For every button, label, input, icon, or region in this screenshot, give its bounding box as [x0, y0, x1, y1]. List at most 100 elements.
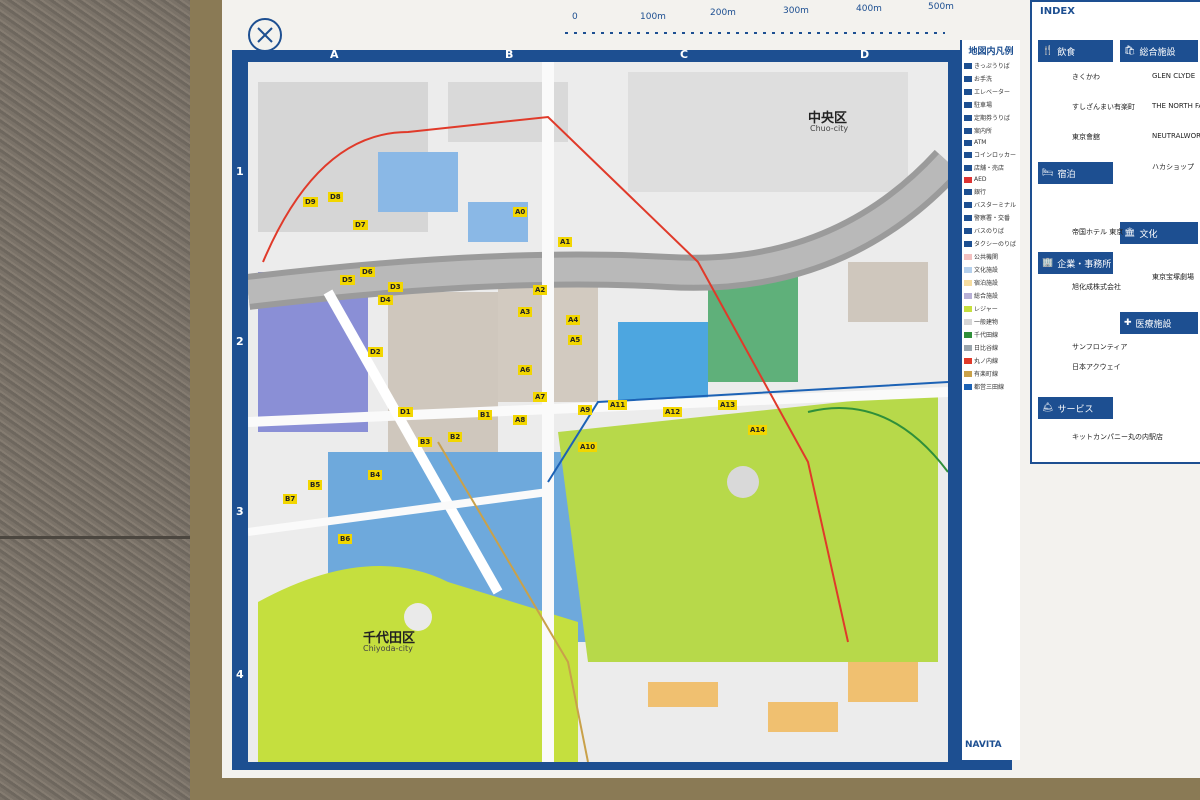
taxi-icon: [964, 240, 972, 247]
brand-logo: NAVITA: [965, 740, 1002, 750]
station-exit: D3: [388, 282, 403, 292]
station-exit: D8: [328, 192, 343, 202]
station-exit: A10: [578, 442, 598, 452]
legend-item: きっぷうりば: [964, 61, 1018, 70]
map-legend: 地図内凡例 きっぷうりば お手洗 エレベーター 駐車場 定期券うりば 案内所 A…: [960, 40, 1020, 760]
index-entry: 東京會舘: [1072, 133, 1100, 141]
station-exit: A3: [518, 307, 533, 317]
index-entry: 日本アクウェイ: [1072, 363, 1121, 371]
scale-label: 200m: [710, 8, 736, 18]
legend-item: 案内所: [964, 126, 1018, 135]
index-category: ✚ 医療施設: [1120, 312, 1198, 334]
culture-icon: 🏛: [1124, 228, 1136, 238]
legend-item: 千代田線: [964, 330, 1018, 339]
station-exit: B4: [368, 470, 383, 480]
ticket-icon: [964, 62, 972, 69]
station-exit: A2: [533, 285, 548, 295]
grid-row-label: 2: [236, 335, 244, 348]
station-exit: A6: [518, 365, 533, 375]
station-exit: A14: [748, 425, 768, 435]
station-exit: A9: [578, 405, 593, 415]
station-exit: D2: [368, 347, 383, 357]
grid-column-label: B: [505, 48, 514, 61]
aed-icon: [964, 176, 972, 183]
legend-item: ATM: [964, 139, 1018, 146]
station-exit: D6: [360, 267, 375, 277]
bus-stop-icon: [964, 227, 972, 234]
legend-item: 一般建物: [964, 317, 1018, 326]
pass-ticket-icon: [964, 114, 972, 121]
legend-item: 定期券うりば: [964, 113, 1018, 122]
police-icon: [964, 214, 972, 221]
service-icon: 🛎: [1042, 403, 1054, 413]
station-exit: D9: [303, 197, 318, 207]
bus-terminal-icon: [964, 201, 972, 208]
index-entry: 東京宝塚劇場: [1152, 273, 1194, 281]
toilet-icon: [964, 75, 972, 82]
station-exit: B3: [418, 437, 433, 447]
grid-column-label: D: [860, 48, 870, 61]
station-exit: A13: [718, 400, 738, 410]
legend-item: 宿泊施設: [964, 278, 1018, 287]
grid-row-label: 1: [236, 165, 244, 178]
index-title: INDEX: [1040, 6, 1075, 17]
grid-row-label: 3: [236, 505, 244, 518]
legend-item: タクシーのりば: [964, 239, 1018, 248]
stone-wall: [0, 0, 215, 800]
district-label-en: Chiyoda-city: [363, 644, 413, 653]
building-swatch: [964, 318, 972, 325]
station-exit: A11: [608, 400, 628, 410]
index-category: 🛍 総合施設: [1120, 40, 1198, 62]
index-category: 🛏 宿泊: [1038, 162, 1113, 184]
legend-item: 文化施設: [964, 265, 1018, 274]
parking-icon: [964, 101, 972, 108]
station-exit: A1: [558, 237, 573, 247]
public-facility-swatch: [964, 253, 972, 260]
index-entry: 旭化成株式会社: [1072, 283, 1121, 291]
scale-label: 0: [572, 12, 578, 22]
scale-bar: [565, 22, 965, 34]
station-exit: D7: [353, 220, 368, 230]
dining-icon: 🍴: [1042, 46, 1054, 56]
shopping-icon: 🛍: [1124, 46, 1136, 56]
station-exit: B7: [283, 494, 298, 504]
legend-item: バスのりば: [964, 226, 1018, 235]
mita-line-swatch: [964, 383, 972, 390]
index-category: 🍴 飲食: [1038, 40, 1113, 62]
bed-icon: 🛏: [1042, 168, 1054, 178]
station-exit: A7: [533, 392, 548, 402]
marunouchi-line-swatch: [964, 357, 972, 364]
atm-icon: [964, 139, 972, 146]
scale-label: 500m: [928, 2, 954, 12]
office-icon: 🏢: [1042, 258, 1054, 268]
area-map[interactable]: D9 D8 D7 D6 D5 D4 D3 A0 A1 A2 A3 A4 A5 A…: [248, 62, 948, 762]
station-exit: A5: [568, 335, 583, 345]
medical-icon: ✚: [1124, 318, 1132, 328]
information-icon: [964, 127, 972, 134]
station-exit: B6: [338, 534, 353, 544]
legend-item: 駐車場: [964, 100, 1018, 109]
legend-item: レジャー: [964, 304, 1018, 313]
station-exit: D5: [340, 275, 355, 285]
legend-item: コインロッカー: [964, 150, 1018, 159]
index-entry: きくかわ: [1072, 73, 1100, 81]
locker-icon: [964, 151, 972, 158]
scale-label: 400m: [856, 4, 882, 14]
culture-swatch: [964, 266, 972, 273]
yurakucho-line-swatch: [964, 370, 972, 377]
compass-icon: [248, 18, 282, 52]
legend-item: お手洗: [964, 74, 1018, 83]
station-exit: A8: [513, 415, 528, 425]
station-exit: B5: [308, 480, 323, 490]
station-exit: B1: [478, 410, 493, 420]
index-entry: THE NORTH FACE: [1152, 102, 1200, 110]
shop-icon: [964, 164, 972, 171]
index-category: 🛎 サービス: [1038, 397, 1113, 419]
leisure-swatch: [964, 305, 972, 312]
chiyoda-line-swatch: [964, 331, 972, 338]
station-exit: A12: [663, 407, 683, 417]
legend-item: バスターミナル: [964, 200, 1018, 209]
index-entry: GLEN CLYDE: [1152, 72, 1196, 80]
legend-item: AED: [964, 176, 1018, 183]
index-entry: NEUTRALWORKS: [1152, 132, 1200, 140]
